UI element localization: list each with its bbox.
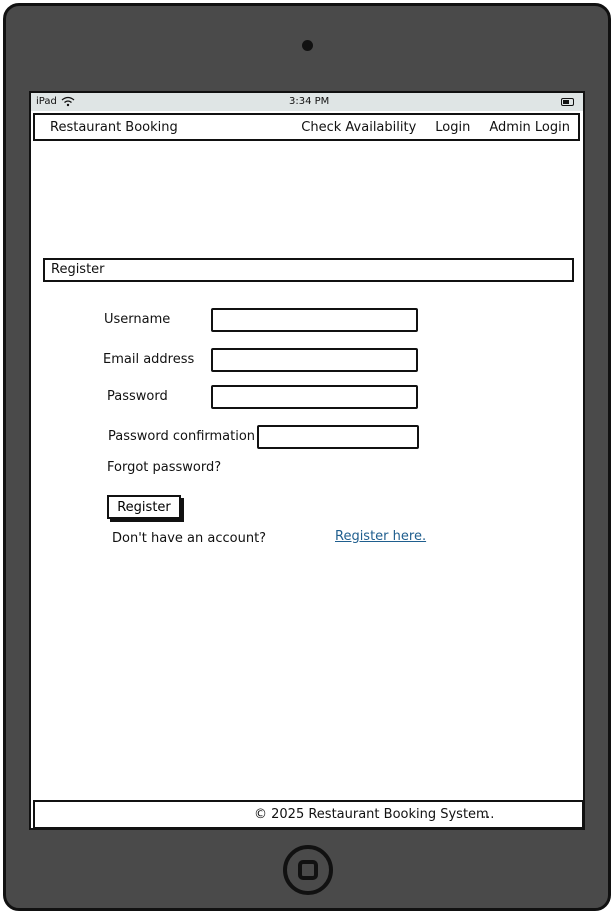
status-bar: iPad 3:34 PM — [31, 93, 583, 111]
register-here-link[interactable]: Register here. — [335, 529, 426, 544]
email-label: Email address — [103, 352, 195, 367]
screen: iPad 3:34 PM Restaurant Booking Check Av… — [29, 91, 585, 830]
home-button-icon — [298, 860, 318, 880]
footer: © 2025 Restaurant Booking System ... — [33, 800, 583, 828]
clock: 3:34 PM — [289, 96, 330, 107]
register-heading: Register — [43, 258, 574, 282]
wifi-icon — [61, 96, 75, 107]
nav-admin-login[interactable]: Admin Login — [489, 120, 570, 135]
username-label: Username — [104, 312, 171, 327]
device-label: iPad — [36, 96, 57, 107]
username-input[interactable] — [211, 308, 418, 332]
no-account-text: Don't have an account? — [112, 531, 267, 546]
nav-login[interactable]: Login — [435, 120, 470, 135]
camera-dot — [302, 40, 313, 51]
footer-ellipsis: ... — [482, 807, 495, 822]
password-confirmation-label: Password confirmation — [108, 429, 256, 444]
register-button[interactable]: Register — [107, 495, 181, 519]
email-input[interactable] — [211, 348, 418, 372]
password-label: Password — [107, 389, 168, 404]
password-input[interactable] — [211, 385, 418, 409]
forgot-password-link[interactable]: Forgot password? — [107, 460, 221, 475]
nav-check-availability[interactable]: Check Availability — [301, 120, 416, 135]
footer-copyright: © 2025 Restaurant Booking System — [254, 807, 489, 822]
brand-link[interactable]: Restaurant Booking — [50, 120, 178, 135]
battery-icon — [561, 98, 574, 106]
navbar: Restaurant Booking Check Availability Lo… — [33, 113, 580, 141]
password-confirmation-input[interactable] — [257, 425, 419, 449]
nav-links: Check Availability Login Admin Login — [301, 120, 570, 135]
